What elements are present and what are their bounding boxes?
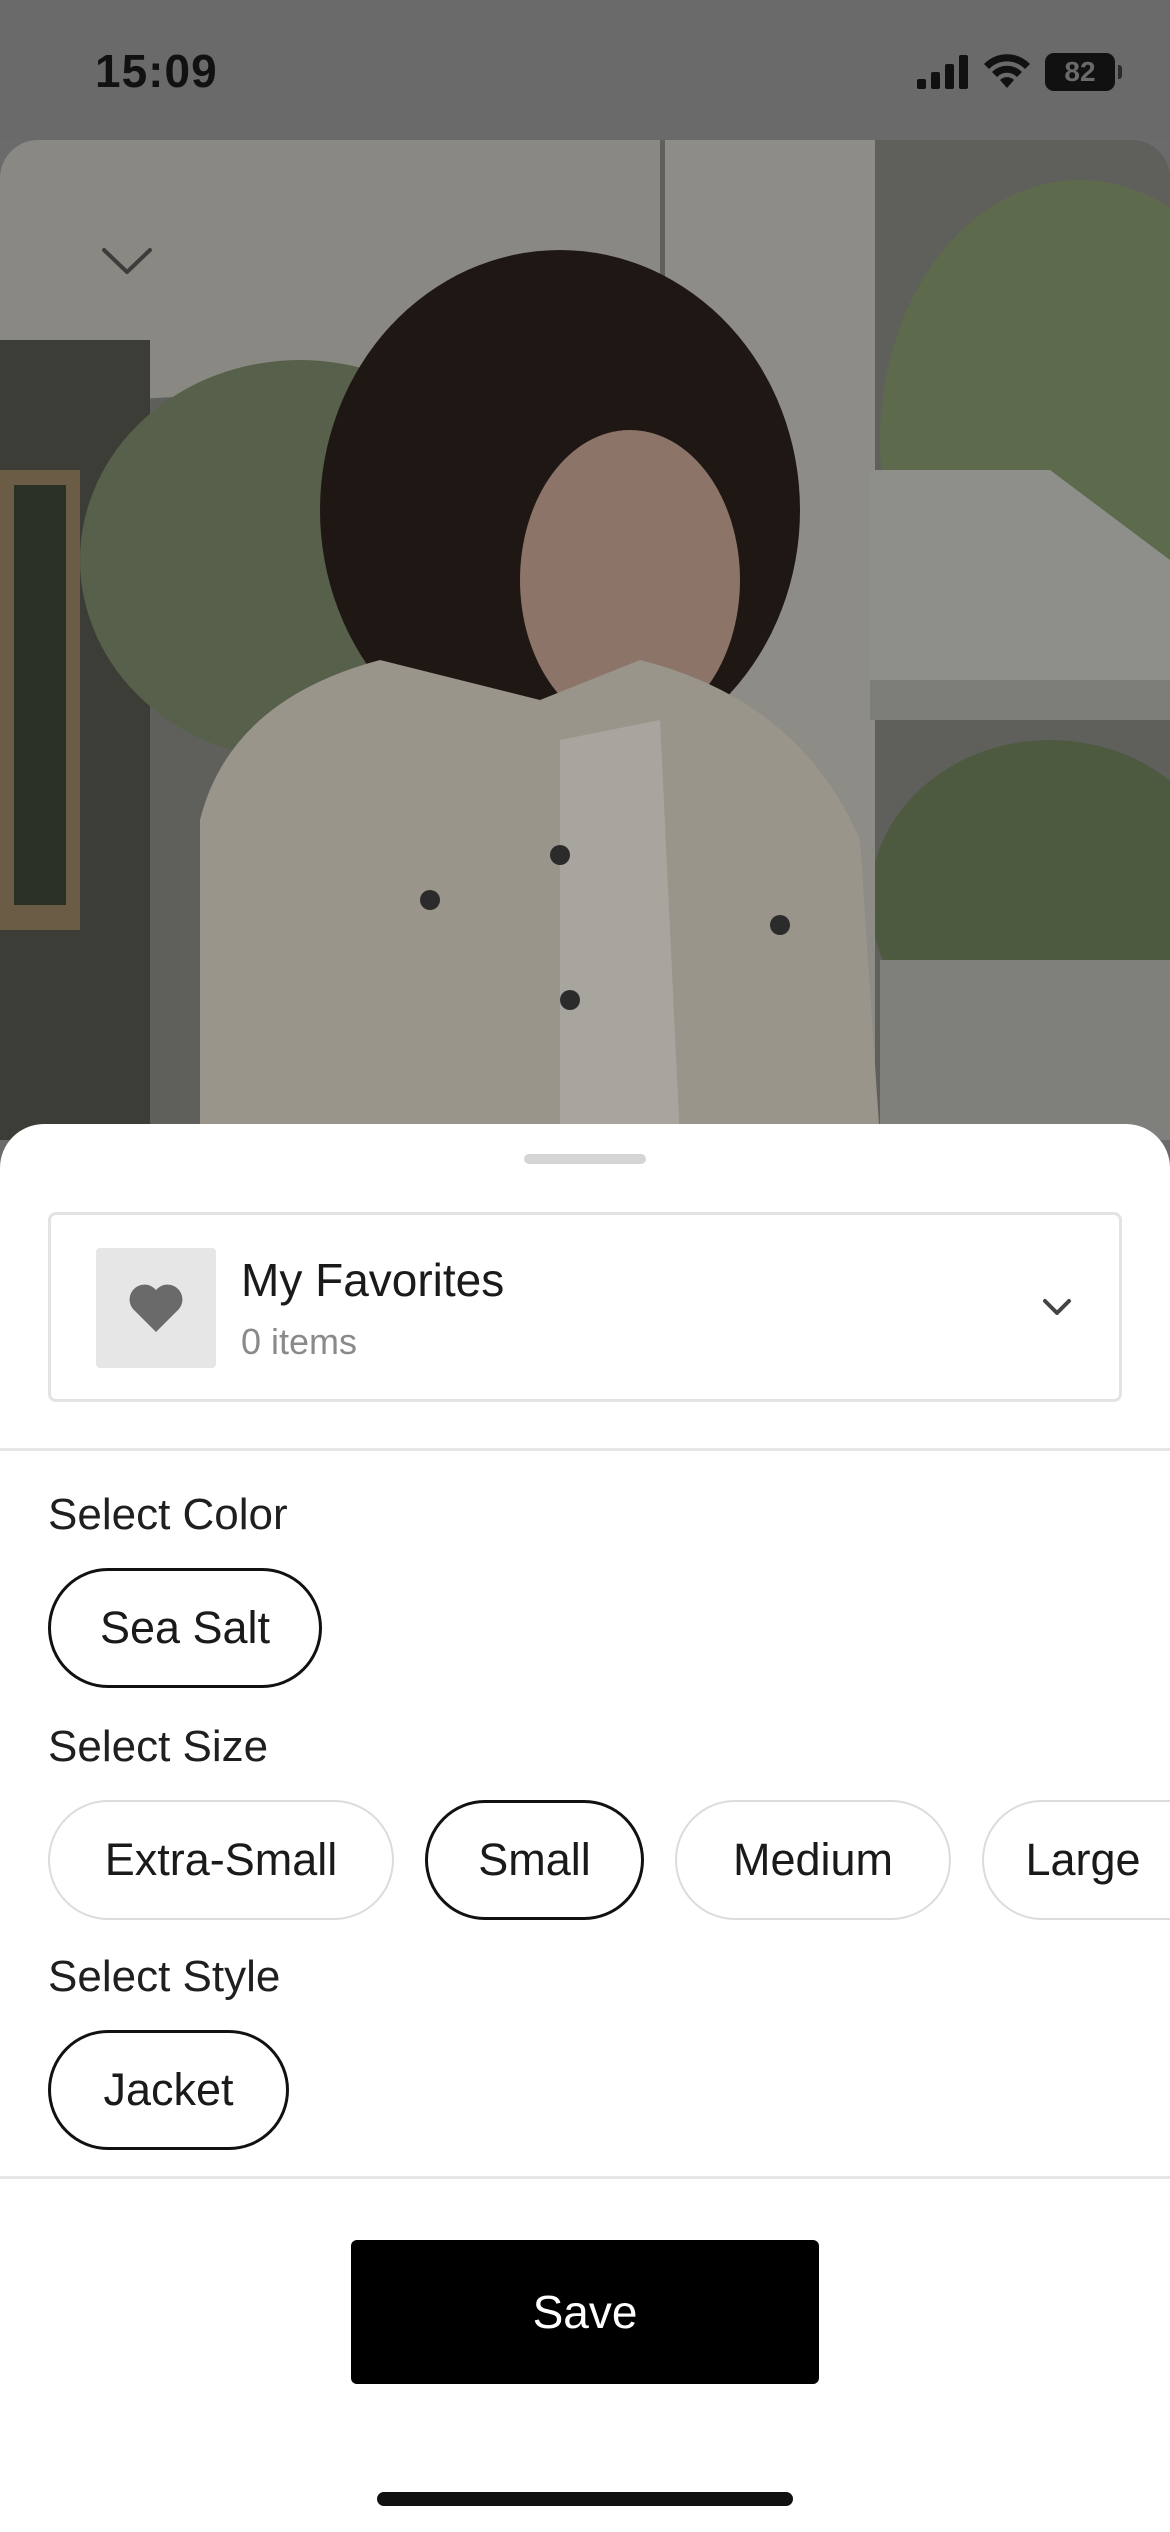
collection-item-count: 0 items: [241, 1321, 358, 1362]
size-option-small[interactable]: Small: [425, 1800, 644, 1920]
save-button[interactable]: Save: [351, 2240, 819, 2384]
signal-icon: [917, 55, 968, 89]
select-color-label: Select Color: [48, 1490, 288, 1539]
size-option-large[interactable]: Large: [982, 1800, 1170, 1920]
status-bar: 15:09 82: [0, 0, 1170, 140]
sheet-grabber[interactable]: [524, 1154, 646, 1164]
style-option-jacket[interactable]: Jacket: [48, 2030, 289, 2150]
heart-icon: [129, 1284, 183, 1332]
status-icons: 82: [917, 50, 1122, 94]
product-image: [0, 140, 1170, 1140]
color-option-sea-salt[interactable]: Sea Salt: [48, 1568, 322, 1688]
divider: [0, 2176, 1170, 2179]
collection-name: My Favorites: [241, 1254, 505, 1306]
size-option-medium[interactable]: Medium: [675, 1800, 951, 1920]
collection-thumbnail: [96, 1248, 216, 1368]
select-size-label: Select Size: [48, 1722, 269, 1771]
home-indicator: [377, 2492, 793, 2506]
collapse-chevron-icon[interactable]: [100, 240, 154, 280]
chevron-down-icon[interactable]: [1037, 1287, 1077, 1327]
status-time: 15:09: [95, 45, 218, 97]
select-style-label: Select Style: [48, 1952, 281, 2001]
collection-dropdown[interactable]: My Favorites 0 items: [48, 1212, 1122, 1402]
wifi-icon: [984, 54, 1030, 88]
size-option-extra-small[interactable]: Extra-Small: [48, 1800, 394, 1920]
battery-indicator: 82: [1045, 53, 1122, 91]
save-to-collection-sheet: My Favorites 0 items Select Color Sea Sa…: [0, 1124, 1170, 2532]
divider: [0, 1448, 1170, 1451]
